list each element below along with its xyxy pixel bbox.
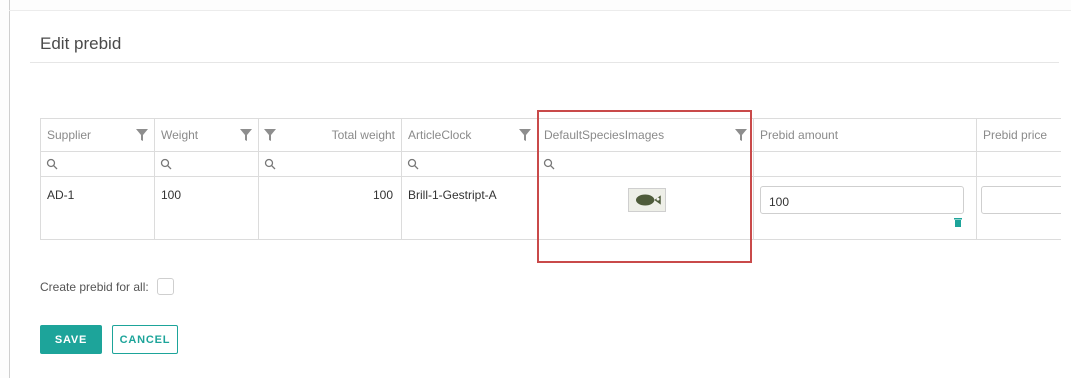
column-header-prebid-amount[interactable]: Prebid amount [754,118,977,152]
table-row-cell-prebid-price [977,177,1061,240]
search-icon [46,158,58,170]
column-label: Supplier [47,128,92,142]
table-row-cell-article-clock: Brill-1-Gestript-A [402,177,538,240]
column-label: Total weight [331,128,395,142]
filter-cell-article-clock[interactable] [402,152,538,177]
table-row-cell-supplier: AD-1 [41,177,155,240]
column-label: DefaultSpeciesImages [544,128,665,142]
filter-cell-prebid-price [977,152,1061,177]
filter-cell-supplier[interactable] [41,152,155,177]
search-icon [407,158,419,170]
table-row-cell-total-weight: 100 [259,177,402,240]
table-row-cell-weight: 100 [155,177,259,240]
search-icon [543,158,555,170]
title-divider [30,62,1059,63]
column-header-total-weight[interactable]: Total weight [259,118,402,152]
column-label: Prebid amount [760,128,839,142]
page-title: Edit prebid [40,34,122,53]
column-label: ArticleClock [408,128,472,142]
search-icon [160,158,172,170]
flatfish-image[interactable] [628,188,666,212]
total-weight-value: 100 [372,188,393,202]
filter-cell-weight[interactable] [155,152,259,177]
prebid-grid: Supplier Weight Total weight ArticleCloc… [40,118,1061,240]
funnel-icon[interactable] [240,129,252,141]
funnel-icon[interactable] [136,129,148,141]
funnel-icon[interactable] [735,129,747,141]
cancel-button[interactable]: CANCEL [112,325,178,354]
create-prebid-for-all-label: Create prebid for all: [40,280,149,294]
column-header-supplier[interactable]: Supplier [41,118,155,152]
prebid-amount-input[interactable]: 100 [760,186,964,214]
column-header-weight[interactable]: Weight [155,118,259,152]
funnel-icon[interactable] [519,129,531,141]
article-clock-value: Brill-1-Gestript-A [408,188,497,202]
supplier-value: AD-1 [47,188,75,202]
save-button[interactable]: SAVE [40,325,102,354]
table-row-cell-prebid-amount: 100 [754,177,977,240]
trash-icon[interactable] [954,218,962,227]
search-icon [264,158,276,170]
column-header-prebid-price[interactable]: Prebid price [977,118,1061,152]
table-row-cell-default-species-images [538,177,754,240]
column-label: Weight [161,128,199,142]
weight-value: 100 [161,188,182,202]
filter-cell-prebid-amount [754,152,977,177]
filter-cell-default-species-images[interactable] [538,152,754,177]
funnel-icon[interactable] [264,129,276,141]
create-prebid-for-all-checkbox[interactable] [157,278,174,295]
column-header-article-clock[interactable]: ArticleClock [402,118,538,152]
column-header-default-species-images[interactable]: DefaultSpeciesImages [538,118,754,152]
column-label: Prebid price [983,128,1048,142]
prebid-price-input[interactable] [981,186,1061,214]
filter-cell-total-weight[interactable] [259,152,402,177]
